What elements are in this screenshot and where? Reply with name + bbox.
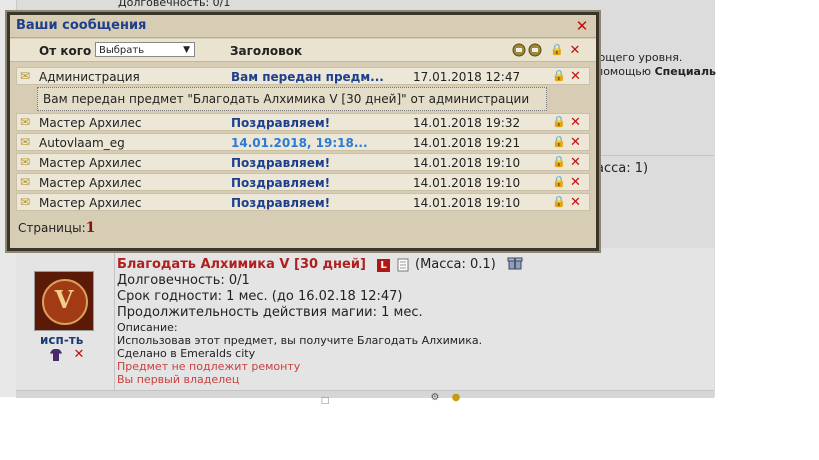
envelope-icon: ✉ [20,69,31,83]
item-first-owner: Вы первый владелец [117,373,240,386]
col-subject-label: Заголовок [230,44,303,58]
delete-icon[interactable]: ✕ [570,115,581,130]
delete-icon[interactable]: ✕ [570,175,581,190]
message-date: 14.01.2018 19:10 [413,196,521,210]
delete-icon[interactable]: ✕ [570,69,581,84]
item-durability: Долговечность: 0/1 [117,273,250,288]
column-separator [114,248,115,397]
item-footer [16,390,714,398]
lock-icon[interactable]: 🔒 [552,115,566,128]
gift-icon[interactable] [507,254,523,270]
message-from: Мастер Архилес [39,156,142,170]
filter-selected-value: Выбрать [99,45,145,56]
lock-icon[interactable]: 🔒 [552,69,566,82]
messages-header: От кого Выбрать ▼ Заголовок 🔒 ✕ [10,39,596,62]
page-link-current[interactable]: 1 [86,220,96,236]
bg-text-specialist: помощью Специаль [596,65,716,78]
lock-icon[interactable]: 🔒 [552,155,566,168]
pages-label: Страницы: [18,221,86,235]
message-subject[interactable]: Вам передан предм... [231,70,384,84]
message-row[interactable]: ✉ Autovlaam_eg 14.01.2018, 19:18... 14.0… [16,133,590,151]
message-row[interactable]: ✉ Мастер Архилес Поздравляем! 14.01.2018… [16,113,590,131]
close-window-icon[interactable]: ✕ [575,19,589,34]
message-from: Мастер Архилес [39,176,142,190]
bg-mass-text: асса: 1) [596,161,649,176]
envelope-icon: ✉ [20,155,31,169]
delete-icon[interactable]: ✕ [570,135,581,150]
envelope-icon: ✉ [20,135,31,149]
messages-window: Ваши сообщения ✕ От кого Выбрать ▼ Загол… [7,12,599,251]
level-badge: L [377,259,390,272]
lock-icon[interactable]: 🔒 [552,135,566,148]
message-date: 14.01.2018 19:10 [413,156,521,170]
message-from: Мастер Архилес [39,196,142,210]
bg-durability-text: Долговечность: 0/1 [118,0,231,9]
window-titlebar: Ваши сообщения ✕ [10,15,596,38]
envelope-icon: ✉ [20,195,31,209]
item-image[interactable]: V [34,271,94,331]
envelope-icon: ✉ [20,115,31,129]
checkbox-icon[interactable]: □ [318,394,332,408]
message-date: 14.01.2018 19:21 [413,136,521,150]
message-row[interactable]: ✉ Мастер Архилес Поздравляем! 14.01.2018… [16,173,590,191]
bg-text-level: ющего уровня. [596,51,683,64]
message-from: Autovlaam_eg [39,136,125,150]
item-description: Использовав этот предмет, вы получите Бл… [117,334,483,347]
message-row[interactable]: ✉ Мастер Архилес Поздравляем! 14.01.2018… [16,153,590,171]
from-filter-select[interactable]: Выбрать ▼ [95,42,195,57]
lock-all-icon[interactable]: 🔒 [550,43,564,57]
col-from-label: От кого [39,44,92,58]
lock-icon[interactable]: 🔒 [552,195,566,208]
delete-icon[interactable]: ✕ [570,155,581,170]
item-mass: (Масса: 0.1) [415,257,496,272]
message-date: 17.01.2018 12:47 [413,70,521,84]
pagination: Страницы:1 [18,220,95,236]
item-expiry: Срок годности: 1 мес. (до 16.02.18 12:47… [117,289,403,304]
item-title: Благодать Алхимика V [30 дней] [117,257,366,272]
drop-icon[interactable]: ✕ [72,348,86,362]
window-title: Ваши сообщения [16,18,147,33]
use-link[interactable]: исп-ть [40,333,83,347]
shirt-icon[interactable] [49,348,63,362]
message-preview: Вам передан предмет "Благодать Алхимика … [37,87,547,111]
settings-icon[interactable]: ⚙ [428,391,442,405]
coin-icon[interactable]: ● [449,391,463,405]
message-date: 14.01.2018 19:32 [413,116,521,130]
message-subject[interactable]: 14.01.2018, 19:18... [231,136,368,150]
delete-icon[interactable]: ✕ [570,195,581,210]
item-made-in: Сделано в Emeralds city [117,347,256,360]
message-from: Администрация [39,70,140,84]
info-page-icon[interactable] [396,258,410,272]
mark-all-icon[interactable] [528,43,542,57]
message-subject[interactable]: Поздравляем! [231,176,330,190]
item-magic-duration: Продолжительность действия магии: 1 мес. [117,305,423,320]
message-date: 14.01.2018 19:10 [413,176,521,190]
message-subject[interactable]: Поздравляем! [231,156,330,170]
chevron-down-icon: ▼ [183,45,190,55]
message-row[interactable]: ✉ Мастер Архилес Поздравляем! 14.01.2018… [16,193,590,211]
message-row[interactable]: ✉ Администрация Вам передан предм... 17.… [16,67,590,85]
lock-icon[interactable]: 🔒 [552,175,566,188]
message-subject[interactable]: Поздравляем! [231,116,330,130]
envelope-icon: ✉ [20,175,31,189]
mark-read-icon[interactable] [512,43,526,57]
message-from: Мастер Архилес [39,116,142,130]
message-subject[interactable]: Поздравляем! [231,196,330,210]
emblem-letter: V [54,285,74,314]
item-description-label: Описание: [117,321,178,334]
delete-all-icon[interactable]: ✕ [568,44,582,58]
item-no-repair: Предмет не подлежит ремонту [117,360,301,373]
